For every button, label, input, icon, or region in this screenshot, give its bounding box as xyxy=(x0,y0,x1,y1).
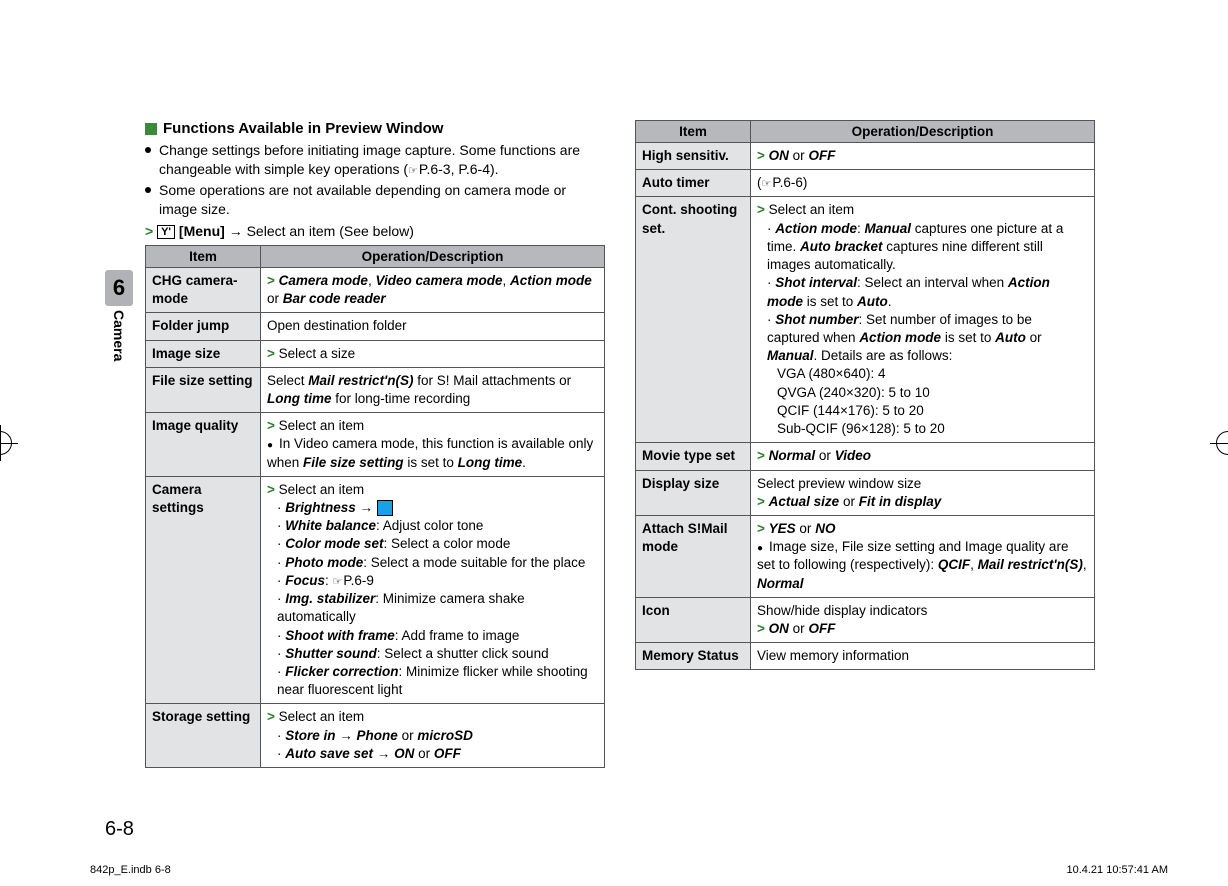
intro-text: Some operations are not available depend… xyxy=(159,181,605,219)
table-row: File size setting Select Mail restrict'n… xyxy=(146,367,605,412)
row-item: High sensitiv. xyxy=(636,143,751,170)
row-item: File size setting xyxy=(146,367,261,412)
table-row: High sensitiv. ON or OFF xyxy=(636,143,1095,170)
bullet-icon xyxy=(145,147,151,153)
row-item: Camera settings xyxy=(146,476,261,704)
row-item: Auto timer xyxy=(636,170,751,197)
row-op: (P.6-6) xyxy=(751,170,1095,197)
ref-icon xyxy=(762,175,773,190)
row-item: Icon xyxy=(636,597,751,642)
table-row: Image quality Select an item In Video ca… xyxy=(146,413,605,477)
menu-step: Y' [Menu] Select an item (See below) xyxy=(145,223,605,239)
table-row: Display size Select preview window size … xyxy=(636,470,1095,515)
row-item: Storage setting xyxy=(146,704,261,768)
menu-label: [Menu] xyxy=(179,223,225,239)
heading-marker-icon xyxy=(145,123,157,135)
right-column: Item Operation/Description High sensitiv… xyxy=(635,80,1095,768)
row-op: Show/hide display indicators ON or OFF xyxy=(751,597,1095,642)
bullet-icon xyxy=(145,187,151,193)
footer-timestamp: 10.4.21 10:57:41 AM xyxy=(1066,864,1168,876)
intro-bullet: Some operations are not available depend… xyxy=(145,181,605,219)
th-op: Operation/Description xyxy=(261,245,605,267)
table-row: Cont. shooting set. Select an item Actio… xyxy=(636,197,1095,443)
registration-mark-left xyxy=(0,425,18,461)
operations-table-left: Item Operation/Description CHG camera-mo… xyxy=(145,245,605,768)
brightness-icon xyxy=(377,500,393,516)
row-op: Camera mode, Video camera mode, Action m… xyxy=(261,267,605,312)
row-item: Cont. shooting set. xyxy=(636,197,751,443)
row-op: YES or NO Image size, File size setting … xyxy=(751,515,1095,597)
row-item: Image size xyxy=(146,340,261,367)
softkey-icon: Y' xyxy=(157,225,175,239)
row-op: View memory information xyxy=(751,643,1095,670)
th-op: Operation/Description xyxy=(751,121,1095,143)
footer-filename: 842p_E.indb 6-8 xyxy=(90,864,171,876)
operations-table-right: Item Operation/Description High sensitiv… xyxy=(635,120,1095,670)
table-row: Auto timer (P.6-6) xyxy=(636,170,1095,197)
intro-bullet: Change settings before initiating image … xyxy=(145,141,605,179)
table-row: Icon Show/hide display indicators ON or … xyxy=(636,597,1095,642)
row-item: Display size xyxy=(636,470,751,515)
row-op: ON or OFF xyxy=(751,143,1095,170)
intro-text: Change settings before initiating image … xyxy=(159,141,605,179)
row-op: Select an item Store inPhone or microSD … xyxy=(261,704,605,768)
ref-icon xyxy=(333,573,344,588)
menu-step-text: Select an item (See below) xyxy=(247,223,414,239)
th-item: Item xyxy=(146,245,261,267)
page-number: 6-8 xyxy=(105,818,134,841)
row-item: CHG camera-mode xyxy=(146,267,261,312)
row-op: Normal or Video xyxy=(751,443,1095,470)
ref-icon xyxy=(408,161,419,177)
row-op: Select preview window size Actual size o… xyxy=(751,470,1095,515)
section-heading: Functions Available in Preview Window xyxy=(145,120,605,137)
table-row: Attach S!Mail mode YES or NO Image size,… xyxy=(636,515,1095,597)
row-op: Select an item In Video camera mode, thi… xyxy=(261,413,605,477)
row-item: Memory Status xyxy=(636,643,751,670)
th-item: Item xyxy=(636,121,751,143)
row-item: Folder jump xyxy=(146,313,261,340)
row-op: Select Mail restrict'n(S) for S! Mail at… xyxy=(261,367,605,412)
registration-mark-right xyxy=(1210,425,1228,461)
row-op: Select an item Brightness White balance:… xyxy=(261,476,605,704)
row-op: Select a size xyxy=(261,340,605,367)
table-row: Memory Status View memory information xyxy=(636,643,1095,670)
left-column: Functions Available in Preview Window Ch… xyxy=(145,80,605,768)
table-row: Movie type set Normal or Video xyxy=(636,443,1095,470)
table-row: Camera settings Select an item Brightnes… xyxy=(146,476,605,704)
row-item: Attach S!Mail mode xyxy=(636,515,751,597)
row-item: Image quality xyxy=(146,413,261,477)
section-title: Functions Available in Preview Window xyxy=(163,120,443,137)
table-row: Storage setting Select an item Store inP… xyxy=(146,704,605,768)
row-item: Movie type set xyxy=(636,443,751,470)
row-op: Select an item Action mode: Manual captu… xyxy=(751,197,1095,443)
table-row: CHG camera-mode Camera mode, Video camer… xyxy=(146,267,605,312)
row-op: Open destination folder xyxy=(261,313,605,340)
table-row: Image size Select a size xyxy=(146,340,605,367)
table-row: Folder jump Open destination folder xyxy=(146,313,605,340)
